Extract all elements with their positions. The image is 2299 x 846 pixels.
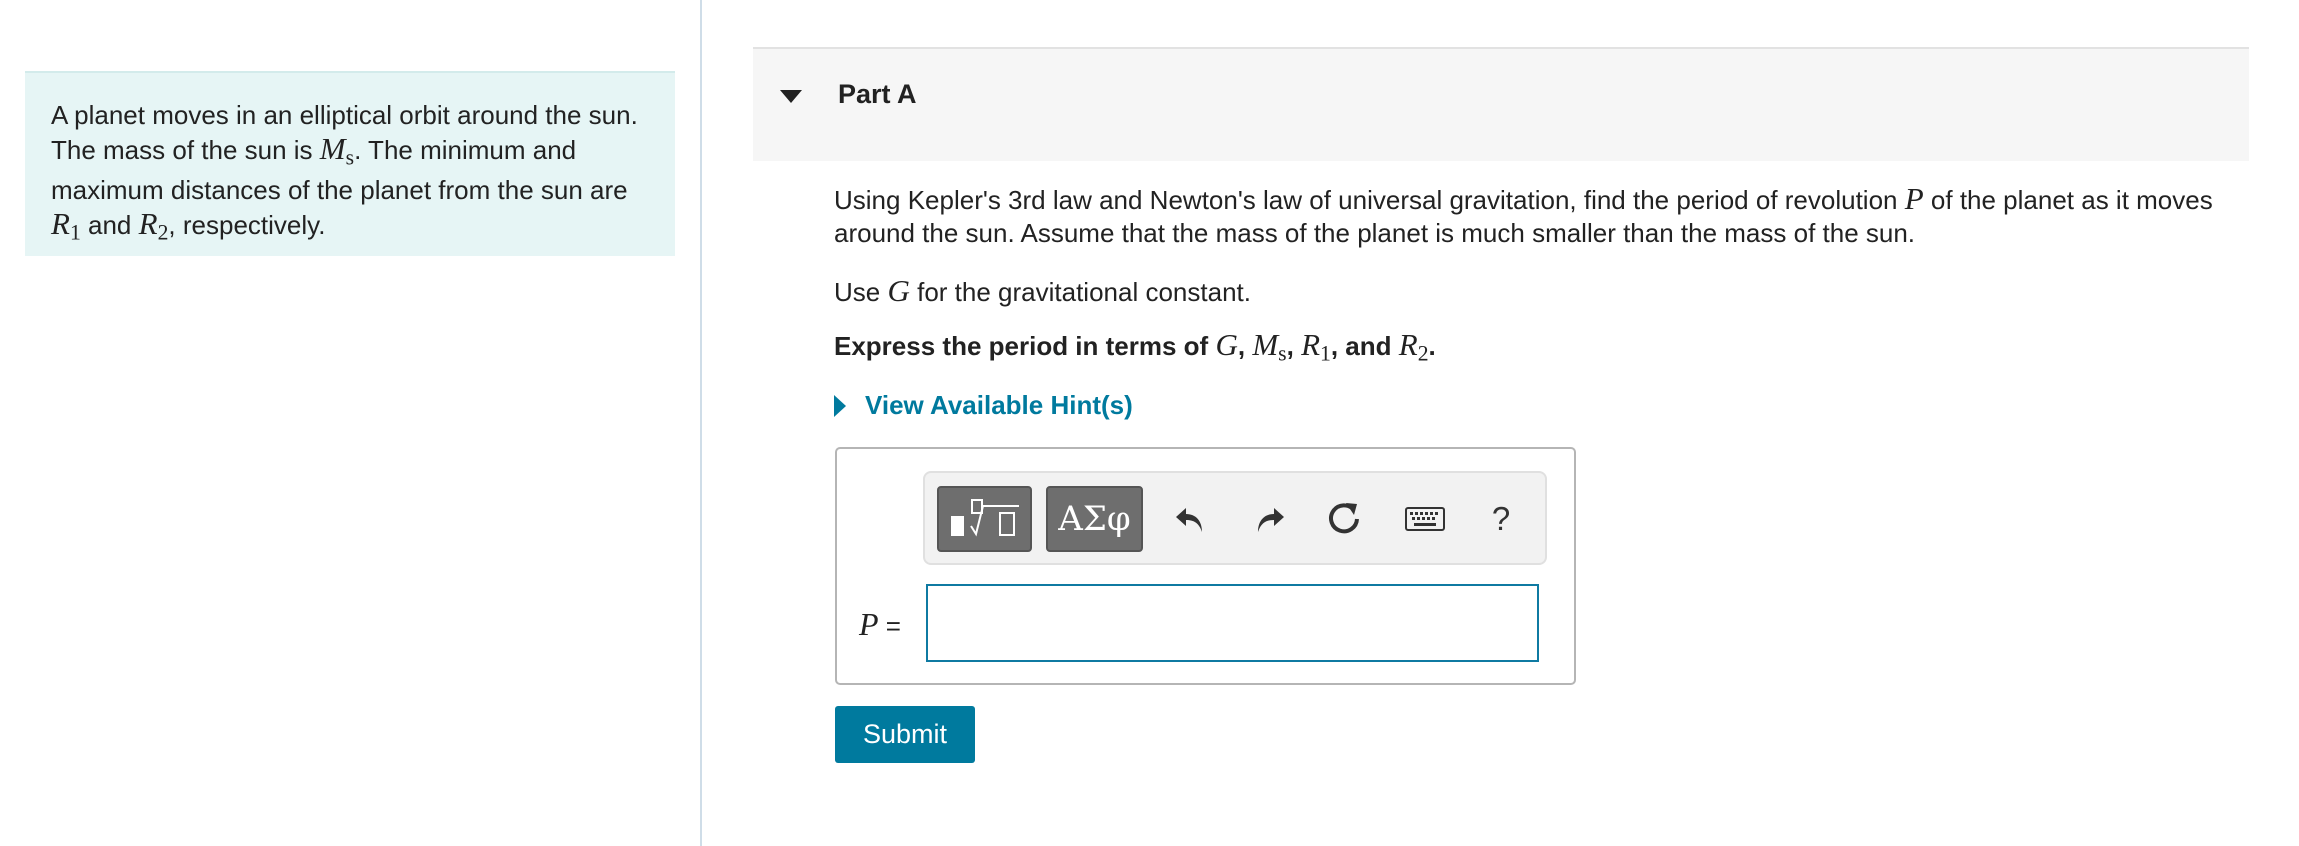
help-button[interactable]: ? [1475,493,1527,545]
equals-sign: = [885,611,901,641]
expand-caret-icon [834,394,846,417]
keyboard-icon [1405,507,1445,531]
g-symbol: G [887,273,910,308]
column-divider [700,0,702,846]
hint-label[interactable]: View Available Hint(s) [865,390,1133,421]
period-symbol: P [1904,181,1924,216]
intro-text: maximum distances of the planet from the… [51,175,628,206]
templates-icon [950,499,1019,537]
help-label: ? [1491,500,1511,537]
part-a-header[interactable]: Part A [753,47,2249,161]
undo-icon [1176,508,1202,532]
answer-variable: P [859,606,879,642]
constant-note: Use G for the gravitational constant. [834,273,1251,308]
view-hints-link[interactable]: View Available Hint(s) [834,390,1133,421]
answer-instructions: Express the period in terms of G, Ms, R1… [834,327,1436,366]
answer-label: P = [859,606,901,643]
intro-text: . The minimum and [354,135,577,165]
undo-button[interactable] [1165,493,1217,545]
sun-mass-symbol: Ms [319,131,355,170]
intro-text: The mass of the sun is [51,135,313,165]
math-toolbar: ΑΣφ ? [923,471,1547,565]
reset-button[interactable] [1319,493,1371,545]
r1-symbol: R1 [51,206,81,245]
question-text: Using Kepler's 3rd law and Newton's law … [834,181,2213,248]
templates-button[interactable] [937,486,1032,552]
part-title: Part A [838,79,917,109]
redo-button[interactable] [1243,493,1295,545]
answer-box: ΑΣφ ? P = [835,447,1576,685]
r2-symbol: R2 [138,206,169,245]
collapse-caret-icon[interactable] [780,90,802,103]
keyboard-button[interactable] [1399,493,1451,545]
greek-symbols-button[interactable]: ΑΣφ [1046,486,1143,552]
submit-button[interactable]: Submit [835,706,975,763]
redo-icon [1258,508,1284,532]
reset-icon [1329,503,1359,534]
intro-text: , respectively. [168,210,326,241]
answer-input[interactable] [926,584,1539,662]
intro-text: and [88,210,132,241]
problem-intro-panel: A planet moves in an elliptical orbit ar… [25,71,675,256]
intro-text: A planet moves in an elliptical orbit ar… [51,100,638,130]
symbols-label: ΑΣφ [1058,499,1131,539]
